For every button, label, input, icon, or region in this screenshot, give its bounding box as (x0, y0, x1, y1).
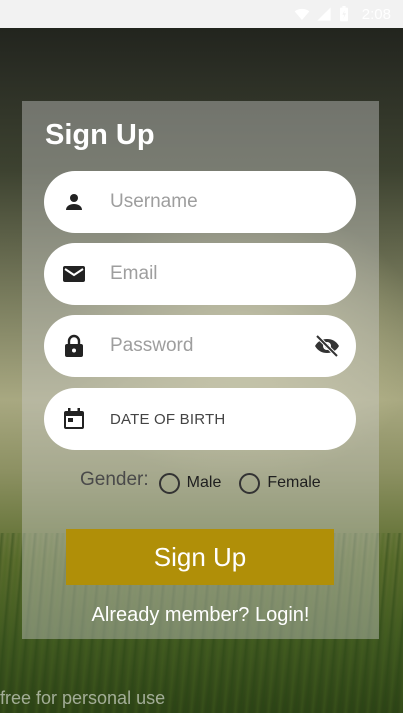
mail-icon (62, 262, 86, 286)
calendar-icon (62, 407, 86, 431)
radio-male[interactable] (158, 472, 180, 494)
username-field[interactable]: Username (44, 171, 356, 233)
username-placeholder: Username (110, 191, 198, 212)
radio-female-label[interactable]: Female (267, 474, 320, 492)
password-field[interactable]: Password (44, 315, 356, 377)
signup-card: Sign Up Username Email Password DATE OF … (22, 101, 379, 639)
password-placeholder: Password (110, 335, 194, 356)
signal-icon (316, 6, 332, 22)
gender-selector: Gender: Male Female (80, 469, 339, 497)
status-bar: 2:08 (0, 0, 403, 28)
date-of-birth-label: DATE OF BIRTH (110, 410, 226, 428)
gender-label: Gender: (80, 469, 149, 490)
lock-icon (62, 334, 86, 358)
radio-female[interactable] (239, 472, 261, 494)
signup-button[interactable]: Sign Up (66, 529, 334, 585)
visibility-off-icon[interactable] (314, 334, 340, 358)
date-of-birth-field[interactable]: DATE OF BIRTH (44, 388, 356, 450)
status-time: 2:08 (361, 5, 391, 23)
page-title: Sign Up (45, 119, 155, 151)
email-field[interactable]: Email (44, 243, 356, 305)
radio-male-label[interactable]: Male (187, 474, 222, 492)
battery-icon (338, 6, 354, 22)
wifi-icon (294, 6, 310, 22)
email-placeholder: Email (110, 263, 158, 284)
login-link[interactable]: Already member? Login! (22, 604, 379, 627)
person-icon (62, 190, 86, 214)
watermark: free for personal use (0, 688, 166, 708)
